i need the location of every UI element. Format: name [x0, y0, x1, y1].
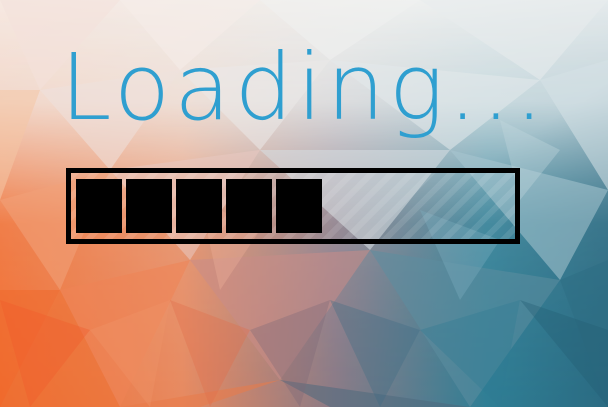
progress-track: [76, 179, 510, 233]
loading-screen: Loading...: [0, 0, 608, 407]
progress-segment: [276, 179, 322, 233]
progress-segment: [176, 179, 222, 233]
progress-segment: [126, 179, 172, 233]
progress-fill: [76, 179, 322, 233]
progress-segment: [226, 179, 272, 233]
loading-title: Loading...: [60, 34, 548, 141]
progress-bar: [66, 168, 520, 244]
progress-segment: [76, 179, 122, 233]
